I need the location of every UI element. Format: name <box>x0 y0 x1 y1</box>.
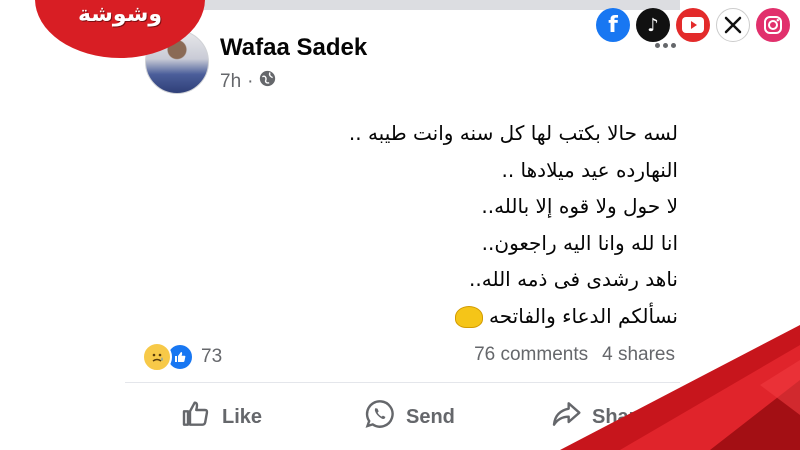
instagram-icon[interactable] <box>756 8 790 42</box>
tiktok-icon[interactable]: ♪ <box>636 8 670 42</box>
more-options-icon[interactable] <box>655 43 676 48</box>
brand-logo-text: وشوشة <box>77 2 163 27</box>
post-time[interactable]: 7h <box>220 71 241 93</box>
post-line: انا لله وانا اليه راجعون.. <box>481 230 678 255</box>
youtube-icon[interactable] <box>676 8 710 42</box>
whatsapp-icon <box>364 398 396 436</box>
post-text: لسه حالا بكتب لها كل سنه وانت طيبه .. ال… <box>300 115 678 334</box>
reactions-summary[interactable]: 73 <box>142 342 222 372</box>
social-links: f ♪ <box>596 8 790 42</box>
x-icon[interactable] <box>716 8 750 42</box>
thumbs-up-icon <box>180 398 212 436</box>
globe-icon <box>259 70 276 93</box>
facebook-icon[interactable]: f <box>596 8 630 42</box>
open-hands-icon <box>454 306 483 328</box>
post-line: لسه حالا بكتب لها كل سنه وانت طيبه .. <box>348 121 678 145</box>
decorative-corner <box>560 325 800 450</box>
post-meta: 7h · <box>220 70 276 93</box>
post-line: لا حول ولا قوه إلا بالله.. <box>481 194 678 218</box>
send-label: Send <box>406 405 455 428</box>
like-label: Like <box>222 405 263 428</box>
send-button[interactable]: Send <box>364 398 455 436</box>
post-line: ناهد رشدى فى ذمه الله.. <box>469 267 678 291</box>
post-line: النهارده عيد ميلادها .. <box>501 157 678 182</box>
sad-reaction-icon <box>142 342 172 372</box>
like-button[interactable]: Like <box>180 398 262 436</box>
post-line-text: نسألكم الدعاء والفاتحه <box>489 303 678 328</box>
meta-separator: · <box>247 70 254 92</box>
author-name[interactable]: Wafaa Sadek <box>220 34 367 62</box>
reaction-count: 73 <box>201 346 223 367</box>
